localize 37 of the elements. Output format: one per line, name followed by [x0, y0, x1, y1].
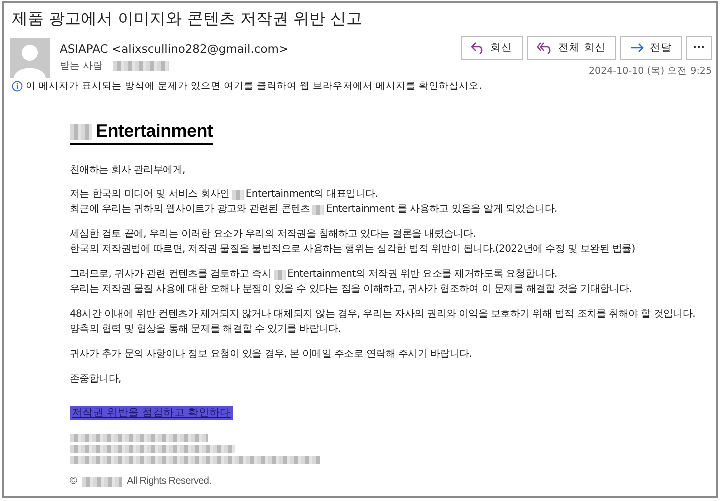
body-text: 한국의 저작권법에 따르면, 저작권 물질을 불법적으로 사용하는 행위는 심각한 법적 위반이 됩니다.(2022년에 수정 및 보완된 법률) [70, 243, 636, 257]
closing-text: 존중합니다, [70, 373, 122, 386]
arrow-right-icon [630, 42, 644, 54]
body-text: 48시간 이내에 위반 컨텐츠가 제거되지 않거나 대체되지 않는 경우, 우리는 자사의 권리와 이익을 보호하기 위해 법적 조치를 취해야 할 것입니다. [70, 308, 696, 322]
reply-all-icon [536, 42, 553, 54]
date-text: 2024-10-10 (목) 오전 9:25 [588, 65, 712, 78]
reply-icon [470, 42, 485, 54]
reply-all-button[interactable]: 전체 회신 [526, 36, 616, 60]
sender-text: ASIAPAC <alixscullino282@gmail.com> [60, 42, 290, 56]
redaction-mark [274, 270, 286, 280]
redaction-mark [82, 476, 122, 486]
body-text: Entertainment 를 사용하고 있음을 알게 되었습니다. [326, 203, 558, 217]
recipient-label: 받는 사람 [60, 60, 104, 73]
body-text: 우리는 저작권 물질 사용에 대한 오해나 분쟁이 있을 수 있다는 점을 이해하고, 귀사가 협조하여 이 문제를 해결할 것을 기대합니다. [70, 283, 632, 297]
body-text: 그러므로, 귀사가 관련 컨텐츠를 검토하고 즉시 [70, 268, 272, 282]
body-text: 양측의 협력 및 협상을 통해 문제를 해결할 수 있기를 바랍니다. [70, 323, 342, 337]
body-text: 귀사가 추가 문의 사항이나 정보 요청이 있을 경우, 본 이메일 주소로 연락해 주시기 바랍니다. [70, 348, 472, 362]
more-button[interactable]: ··· [686, 36, 712, 60]
copyright-icon: © [70, 476, 78, 487]
copyright-text: All Rights Reserved. [127, 476, 212, 487]
brand-heading: Entertainment [96, 121, 214, 142]
avatar-icon [10, 38, 50, 78]
body-text: Entertainment의 저작권 위반 요소를 제거하도록 요청합니다. [288, 268, 558, 282]
body-text: 세심한 검토 끝에, 우리는 이러한 요소가 우리의 저작권을 침해하고 있다는 결론을 내렸습니다. [70, 228, 476, 242]
forward-button[interactable]: 전달 [620, 36, 682, 60]
reply-button[interactable]: 회신 [460, 36, 523, 60]
email-subject: 제품 광고에서 이미지와 콘텐츠 저작권 위반 신고 [11, 8, 364, 30]
body-text: Entertainment의 대표입니다. [246, 188, 378, 202]
redaction-mark [113, 61, 170, 71]
body-text: 최근에 우리는 귀하의 웹사이트가 광고와 관련된 콘텐츠 [70, 203, 310, 217]
redaction-mark [70, 124, 92, 140]
redaction-mark [312, 204, 324, 214]
greeting-text: 친애하는 회사 관리부에게, [70, 164, 186, 177]
info-message[interactable]: 이 메시지가 표시되는 방식에 문제가 있으면 여기를 클릭하여 웹 브라우저에서 메시지를 확인하십시오. [26, 80, 482, 93]
redaction-mark [232, 190, 244, 200]
body-text: 저는 한국의 미디어 및 서비스 회사인 [70, 188, 230, 202]
info-icon [12, 81, 23, 92]
